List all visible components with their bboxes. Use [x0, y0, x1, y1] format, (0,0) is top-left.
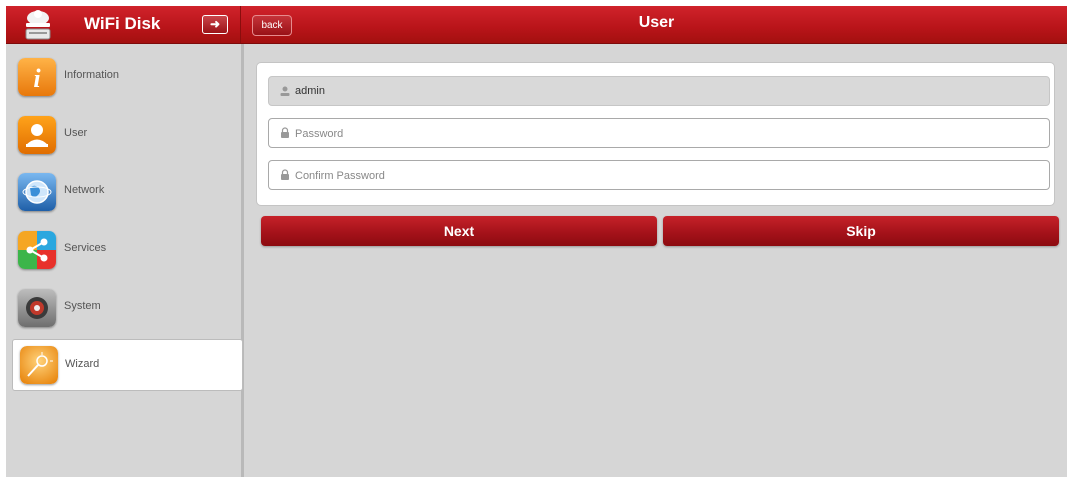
logout-icon: ➜ — [209, 17, 221, 31]
confirm-password-input[interactable] — [293, 166, 1037, 186]
sidebar-item-information[interactable]: i Information — [6, 51, 241, 103]
confirm-password-field[interactable] — [268, 160, 1050, 190]
svg-text:i: i — [33, 64, 41, 93]
sidebar-item-system[interactable]: System — [6, 282, 241, 334]
password-field[interactable] — [268, 118, 1050, 148]
user-icon — [18, 116, 56, 154]
globe-icon — [18, 173, 56, 211]
top-bar: WiFi Disk ➜ back User — [6, 6, 1067, 44]
sidebar-item-label: Services — [64, 242, 107, 254]
username-value: admin — [295, 85, 325, 97]
skip-button[interactable]: Skip — [663, 216, 1059, 246]
app-title: WiFi Disk — [84, 14, 161, 33]
wifi-disk-logo-icon — [25, 10, 51, 40]
sidebar-item-label: User — [64, 127, 88, 139]
app-frame: WiFi Disk ➜ back User i Information User… — [6, 6, 1067, 477]
password-input[interactable] — [293, 124, 1037, 144]
page-title: User — [638, 14, 675, 31]
lock-icon — [281, 127, 289, 138]
info-icon: i — [18, 58, 56, 96]
next-button[interactable]: Next — [261, 216, 657, 246]
user-form: admin — [256, 62, 1055, 206]
header-divider — [240, 6, 241, 43]
sidebar-item-label: Information — [64, 69, 120, 81]
lock-icon — [281, 169, 289, 180]
sidebar-item-services[interactable]: Services — [6, 224, 241, 276]
gear-icon — [18, 289, 56, 327]
logout-button[interactable]: ➜ — [202, 15, 228, 34]
sidebar-item-label: System — [64, 300, 101, 312]
sidebar-item-wizard[interactable]: Wizard — [12, 339, 243, 391]
brand-area: WiFi Disk ➜ — [6, 6, 240, 43]
sidebar-item-network[interactable]: Network — [6, 166, 241, 218]
main-content: admin Next Skip — [244, 44, 1067, 477]
username-field: admin — [268, 76, 1050, 106]
sidebar-item-label: Wizard — [65, 358, 100, 370]
user-icon — [280, 86, 290, 96]
sidebar: i Information User Network Services Syst… — [6, 44, 244, 477]
share-icon — [18, 231, 56, 269]
wand-icon — [20, 346, 58, 384]
sidebar-item-user[interactable]: User — [6, 109, 241, 161]
sidebar-item-label: Network — [64, 184, 105, 196]
